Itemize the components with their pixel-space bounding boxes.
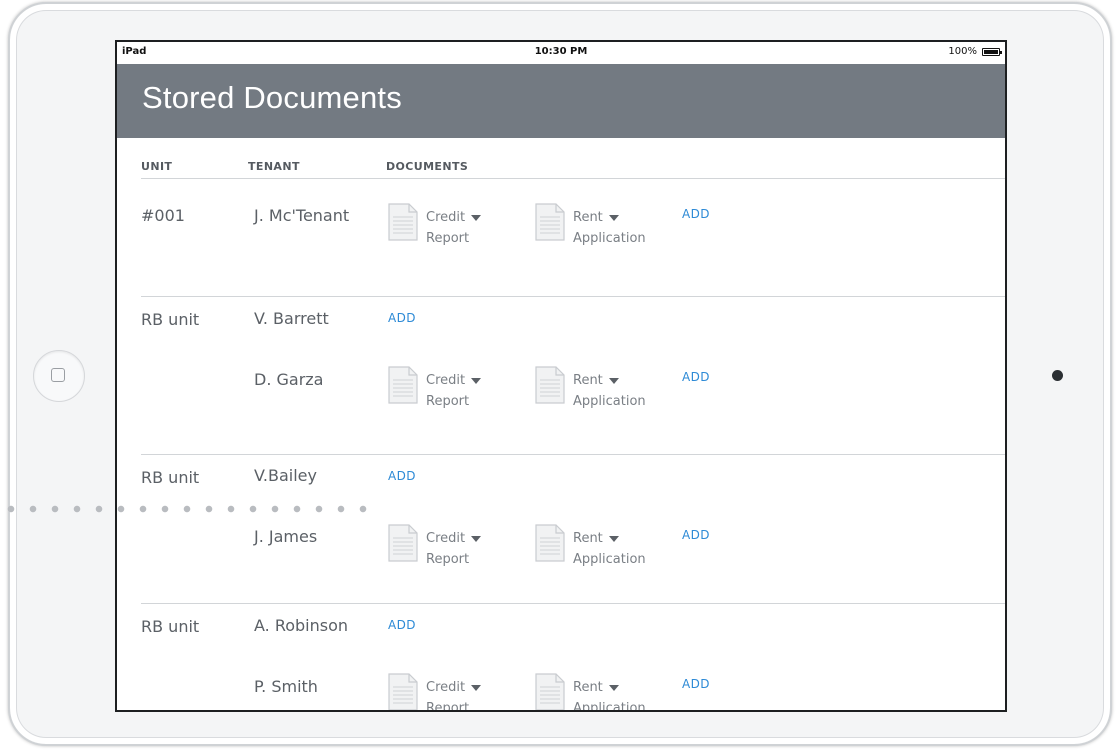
document-icon (388, 673, 418, 710)
caret-down-icon[interactable] (471, 684, 482, 691)
doc-label-line2: Report (426, 701, 470, 712)
document-icon (535, 673, 565, 710)
battery-percent: 100% (948, 46, 977, 57)
tenant-name: P. Smith (254, 677, 318, 696)
page-title: Stored Documents (142, 80, 402, 115)
doc-label-line2: Report (426, 231, 470, 246)
credit-report-doc[interactable]: Credit Report (388, 524, 518, 570)
caret-down-icon[interactable] (608, 535, 619, 542)
row-divider (141, 296, 1005, 297)
camera-icon (1052, 370, 1063, 381)
tenant-name: D. Garza (254, 370, 324, 389)
rent-application-doc[interactable]: Rent Application (535, 673, 665, 712)
unit-label: RB unit (141, 310, 200, 329)
tenant-name: V.Bailey (254, 466, 317, 485)
caret-down-icon[interactable] (471, 377, 482, 384)
doc-label-line2: Application (573, 231, 646, 246)
credit-report-doc[interactable]: Credit Report (388, 203, 518, 249)
caret-down-icon[interactable] (608, 214, 619, 221)
doc-label-line2: Application (573, 701, 646, 712)
credit-report-doc[interactable]: Credit Report (388, 366, 518, 412)
doc-label-line1: Rent (573, 210, 603, 225)
doc-label-line1: Rent (573, 531, 603, 546)
page-header: Stored Documents (117, 64, 1005, 138)
add-document-button[interactable]: ADD (682, 677, 710, 691)
document-icon (388, 203, 418, 241)
unit-label: #001 (141, 206, 185, 225)
caret-down-icon[interactable] (608, 377, 619, 384)
unit-label: RB unit (141, 468, 200, 487)
add-document-button[interactable]: ADD (682, 528, 710, 542)
doc-label-line1: Rent (573, 680, 603, 695)
doc-label-line2: Application (573, 552, 646, 567)
document-icon (388, 366, 418, 404)
add-document-button[interactable]: ADD (388, 469, 416, 483)
screen: iPad 10:30 PM 100% Stored Documents UNIT… (115, 40, 1007, 712)
add-document-button[interactable]: ADD (682, 207, 710, 221)
column-header-unit: UNIT (141, 160, 173, 173)
document-icon (535, 366, 565, 404)
battery-icon (982, 48, 1002, 56)
status-bar: iPad 10:30 PM 100% (117, 42, 1005, 64)
doc-label-line1: Credit (426, 531, 466, 546)
doc-label-line2: Report (426, 552, 470, 567)
caret-down-icon[interactable] (471, 535, 482, 542)
add-document-button[interactable]: ADD (682, 370, 710, 384)
home-button[interactable] (33, 350, 85, 402)
tenant-name: J. Mc'Tenant (254, 206, 350, 225)
doc-label-line2: Report (426, 394, 470, 409)
tenant-name: V. Barrett (254, 309, 329, 328)
column-header-documents: DOCUMENTS (386, 160, 469, 173)
doc-label-line1: Credit (426, 680, 466, 695)
credit-report-doc[interactable]: Credit Report (388, 673, 518, 712)
home-button-icon (51, 368, 65, 382)
row-divider (141, 454, 1005, 455)
add-document-button[interactable]: ADD (388, 618, 416, 632)
add-document-button[interactable]: ADD (388, 311, 416, 325)
tenant-name: J. James (254, 527, 318, 546)
doc-label-line2: Application (573, 394, 646, 409)
row-divider (141, 603, 1005, 604)
unit-label: RB unit (141, 617, 200, 636)
tenant-name: A. Robinson (254, 616, 349, 635)
rent-application-doc[interactable]: Rent Application (535, 366, 665, 412)
caret-down-icon[interactable] (471, 214, 482, 221)
document-icon (535, 203, 565, 241)
doc-label-line1: Credit (426, 373, 466, 388)
document-icon (535, 524, 565, 562)
rent-application-doc[interactable]: Rent Application (535, 203, 665, 249)
rent-application-doc[interactable]: Rent Application (535, 524, 665, 570)
doc-label-line1: Credit (426, 210, 466, 225)
dotted-annotation-line (0, 504, 370, 514)
document-icon (388, 524, 418, 562)
clock: 10:30 PM (534, 46, 588, 57)
header-divider (141, 178, 1005, 179)
column-header-tenant: TENANT (248, 160, 300, 173)
caret-down-icon[interactable] (608, 684, 619, 691)
doc-label-line1: Rent (573, 373, 603, 388)
